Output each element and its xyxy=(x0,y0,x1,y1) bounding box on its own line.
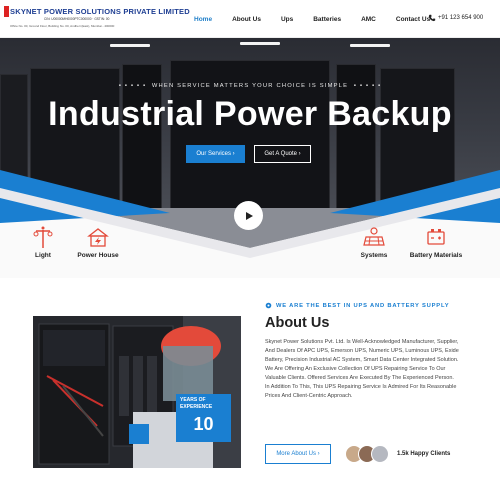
phone-link[interactable]: +91 123 654 900 xyxy=(428,14,483,22)
nav-home[interactable]: Home xyxy=(194,16,212,23)
kicker-text: WE ARE THE BEST IN UPS AND BATTERY SUPPL… xyxy=(276,302,450,309)
nav-contact-us[interactable]: Contact Us xyxy=(396,16,430,23)
about-paragraph: Skynet Power Solutions Pvt. Ltd. Is Well… xyxy=(265,339,459,363)
about-paragraph: We Are Offering An Exclusive Collection … xyxy=(265,366,454,381)
service-systems[interactable]: Systems xyxy=(357,226,391,259)
company-logo[interactable]: SKYNET POWER SOLUTIONS PRIVATE LIMITED C… xyxy=(4,3,190,35)
our-services-button[interactable]: Our Services › xyxy=(186,145,245,163)
nav-about-us[interactable]: About Us xyxy=(232,16,261,23)
get-a-quote-button[interactable]: Get A Quote › xyxy=(254,145,311,163)
logo-title: SKYNET POWER SOLUTIONS PRIVATE LIMITED xyxy=(10,7,190,16)
phone-icon xyxy=(428,14,436,22)
nav-ups[interactable]: Ups xyxy=(281,16,293,23)
logo-mark xyxy=(4,6,9,17)
nav-batteries[interactable]: Batteries xyxy=(313,16,341,23)
play-video-button[interactable] xyxy=(234,201,263,230)
more-about-us-button[interactable]: More About Us › xyxy=(265,444,331,464)
nav-amc[interactable]: AMC xyxy=(361,16,376,23)
main-nav: Home About Us Ups Batteries AMC Contact … xyxy=(194,0,450,38)
about-title: About Us xyxy=(265,315,330,331)
service-label: Battery Materials xyxy=(409,252,463,259)
service-label: Systems xyxy=(360,252,388,259)
service-light[interactable]: Light xyxy=(26,226,60,259)
tag-icon xyxy=(265,302,272,309)
avatar xyxy=(371,445,389,463)
hero-tagline: ▪ ▪ ▪ ▪ ▪ WHEN SERVICE MATTERS YOUR CHOI… xyxy=(0,83,500,89)
hero-title: Industrial Power Backup xyxy=(48,95,452,133)
tagline-dots-left: ▪ ▪ ▪ ▪ ▪ xyxy=(118,83,152,89)
phone-number: +91 123 654 900 xyxy=(438,15,484,21)
happy-clients-count: 1.5k Happy Clients xyxy=(397,451,451,457)
experience-years: 10 xyxy=(193,414,214,434)
technician-illustration xyxy=(33,316,241,468)
client-avatars xyxy=(345,445,391,463)
site-header: SKYNET POWER SOLUTIONS PRIVATE LIMITED C… xyxy=(0,0,500,38)
experience-label: YEARS OF EXPERIENCE xyxy=(180,397,213,410)
about-kicker: WE ARE THE BEST IN UPS AND BATTERY SUPPL… xyxy=(265,302,449,309)
service-label: Power House xyxy=(77,252,119,259)
service-battery-materials[interactable]: Battery Materials xyxy=(405,226,467,259)
power-house-icon xyxy=(87,228,109,247)
service-label: Light xyxy=(35,252,51,259)
about-technician-image xyxy=(33,316,241,468)
battery-materials-icon xyxy=(427,229,445,245)
experience-badge: YEARS OF EXPERIENCE 10 xyxy=(176,394,231,442)
logo-address: Office No. 00, Ground Floor, Building No… xyxy=(10,24,115,28)
logo-subtitle: CIN: U00000MH0000PTC000000 · GSTIN: 00 xyxy=(44,17,110,21)
about-description: Skynet Power Solutions Pvt. Ltd. Is Well… xyxy=(265,338,465,401)
street-light-icon xyxy=(33,226,53,248)
solar-system-icon xyxy=(363,227,385,246)
service-power-house[interactable]: Power House xyxy=(74,226,122,259)
tagline-text: WHEN SERVICE MATTERS YOUR CHOICE IS SIMP… xyxy=(151,83,349,89)
about-paragraph: In Addition To This, This UPS Repairing … xyxy=(265,384,457,399)
play-icon xyxy=(245,211,253,220)
tagline-dots-right: ▪ ▪ ▪ ▪ ▪ xyxy=(348,83,382,89)
